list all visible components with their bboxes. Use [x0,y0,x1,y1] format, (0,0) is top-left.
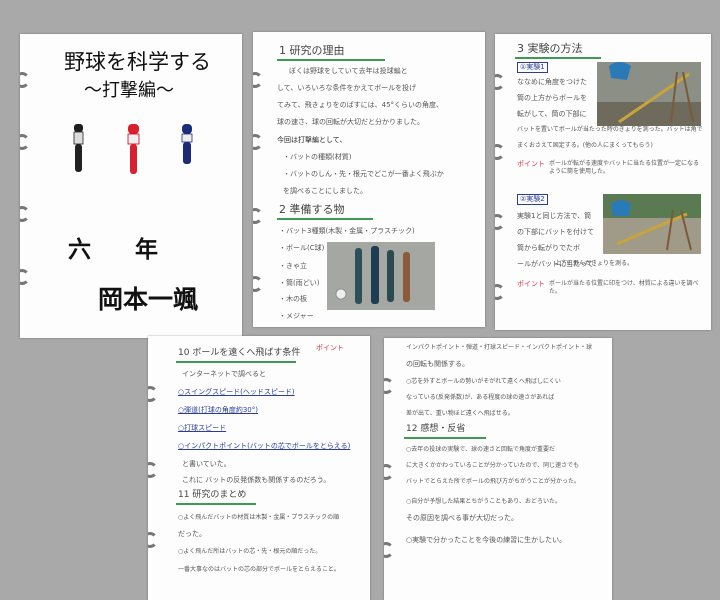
exp2-line: の下部にバットを付けて [517,228,594,236]
experiment1-photo [597,62,701,126]
material-item: ・メジャー [279,312,314,320]
binder-ring [253,208,263,224]
author-name: 岡本一颯 [98,285,199,314]
reflection-line: その原因を調べる事が大切だった。 [406,514,518,522]
reason-line: 球の速さ、球の回転が大切だと分かりました。 [277,118,424,126]
summary-line: だった。 [178,530,206,538]
reflection-page: インパクトポイント・弾道・打球スピード・インパクトポイント・球 の回転も関係する… [384,338,612,600]
binder-ring [20,269,30,285]
condition-item: ○打球スピード [178,424,227,432]
heading-underline [176,503,256,505]
binder-ring [384,378,394,394]
note-line: これに バットの反発係数も関係するのだろう。 [182,476,331,484]
method-page: 3 実験の方法 ①実験1 ななめに角度をつけた 筒の上方からボールを 転がして、… [495,34,711,330]
material-item: ・ボール(C球) [279,244,325,252]
point-stamp: ポイント [316,344,344,352]
reason-page: 1 研究の理由 ぼくは野球をしていて去年は投球編と して、いろいろな条件をかえて… [253,32,485,327]
reflection-line: バットでとらえた所でボールの飛び方がちがうことが分かった。 [406,478,581,485]
reason-line: 今回は打撃編として、 [277,136,347,144]
navy-bat-icon [181,124,193,164]
binder-ring [253,134,263,150]
cover-subtitle: 〜打撃編〜 [84,80,174,101]
exp1-line: 転がして、筒の下部に [517,110,587,118]
summary-line: ○よく飛んだ所はバットの芯・先・根元の順だった。 [178,548,322,555]
body-line: なっている(反発係数)が、ある程度の球の速さがあれば [406,394,555,401]
binder-ring [495,74,505,90]
experiment2-photo [603,194,701,254]
section10-heading: 10 ボールを遠くへ飛ばす条件 [178,348,301,358]
binder-ring [20,206,30,222]
body-line: 差が出て、重い物ほど遠くへ飛ばせる。 [406,410,514,417]
section2-heading: 2 準備する物 [279,203,345,216]
heading-underline [176,361,296,363]
material-item: ・きゃ立 [279,262,307,270]
grade-label: 六 年 [68,236,177,263]
material-item: ・木の板 [279,295,307,303]
exp2-line: 筒から転がりでたボ [517,244,580,252]
exp2-line: 実験1と同じ方法で、筒 [517,212,592,220]
material-item: ・筒(雨どい) [279,279,320,287]
point1-label: ポイント [517,160,545,168]
exp1-line: 筒の上方からボールを [517,94,587,102]
binder-ring [495,214,505,230]
section12-heading: 12 感想・反省 [406,424,466,434]
top-line: の回転も関係する。 [406,360,469,368]
binder-ring [148,386,158,402]
exp1-line: バットを置いてボールが当たった時のきょりを測った。バットは角で [517,126,703,133]
reflection-line: ○実験で分かったことを今後の練習に生かしたい。 [406,536,567,544]
section1-heading: 1 研究の理由 [279,44,345,57]
binder-ring [20,134,30,150]
binder-ring [148,462,158,478]
red-bat-icon [127,124,140,174]
binder-ring [148,532,158,548]
material-item: ・バット3種類(木製・金属・プラスチック) [279,227,415,235]
intro-text: インターネットで調べると [182,370,266,378]
binder-ring [495,284,505,300]
reason-line: てみて、飛きょりをのばすには、45°くらいの角度、 [277,101,444,109]
summary-line: ○よく飛んだバットの材質は木製・金属・プラスチックの順 [178,514,340,521]
top-line: インパクトポイント・弾道・打球スピード・インパクトポイント・球 [406,344,593,351]
exp1-label: ①実験1 [517,62,548,73]
reflection-line: ○自分が予想した結果とちがうこともあり、おどろいた。 [406,498,561,505]
reason-line: ぼくは野球をしていて去年は投球編と [289,67,408,75]
binder-ring [253,276,263,292]
exp1-line: ななめに角度をつけた [517,78,587,86]
reason-line: ・バットのしん・先・根元でどこが一番よく飛ぶか [283,170,444,178]
heading-underline [277,59,385,61]
heading-underline [515,57,601,59]
binder-ring [384,542,394,558]
section11-heading: 11 研究のまとめ [178,490,247,500]
exp2-line: 上方に飛んだきょりを測る。 [555,260,634,267]
reason-line: して、いろいろな条件をかえてボールを投げ [277,84,417,92]
cover-title: 野球を科学する [64,50,211,74]
heading-underline [404,437,486,439]
bat-illustration [73,124,193,174]
point1-text: ボールが転がる速度やバットに当たる位置が一定になるように筒を使用した。 [549,160,700,175]
heading-underline [277,218,373,220]
cover-page: 野球を科学する 〜打撃編〜 六 年 岡本一颯 [20,34,242,338]
binder-ring [495,144,505,160]
condition-item: ○弾道(打球の角度約30°) [178,406,258,414]
binder-ring [253,72,263,88]
black-bat-icon [73,124,84,172]
note-line: と書いていた。 [182,460,231,468]
exp1-line: まくおさえて固定する。(他の人にまくってもらう) [517,142,653,149]
condition-item: ○スイングスピード(ヘッドスピード) [178,388,295,396]
reason-line: を調べることにしました。 [283,187,367,195]
point2-text: ボールが当たる位置に印をつけ、材質による違いを調べた。 [549,280,699,295]
exp2-label: ②実験2 [517,194,548,205]
condition-item: ○インパクトポイント(バットの芯でボールをとらえる) [178,442,351,450]
summary-line: 一番大事なのはバットの芯の部分でボールをとらえること。 [178,566,340,573]
conditions-page: 10 ボールを遠くへ飛ばす条件 ポイント インターネットで調べると ○スイングス… [148,336,370,600]
point2-label: ポイント [517,280,545,288]
binder-ring [384,464,394,480]
section3-heading: 3 実験の方法 [517,42,583,55]
reflection-line: ○去年の投球の実験で、球の速さと回転で角度が重要だ [406,446,555,453]
reflection-line: に大きくかかわっていることが分かっていたので、同じ速さでも [406,462,580,469]
reason-line: ・バットの種類(材質) [283,153,352,161]
body-line: ○芯を外すとボールの勢いがそがれて遠くへ飛ばしにくい [406,378,561,385]
bats-photo [327,242,435,310]
binder-ring [20,72,30,88]
